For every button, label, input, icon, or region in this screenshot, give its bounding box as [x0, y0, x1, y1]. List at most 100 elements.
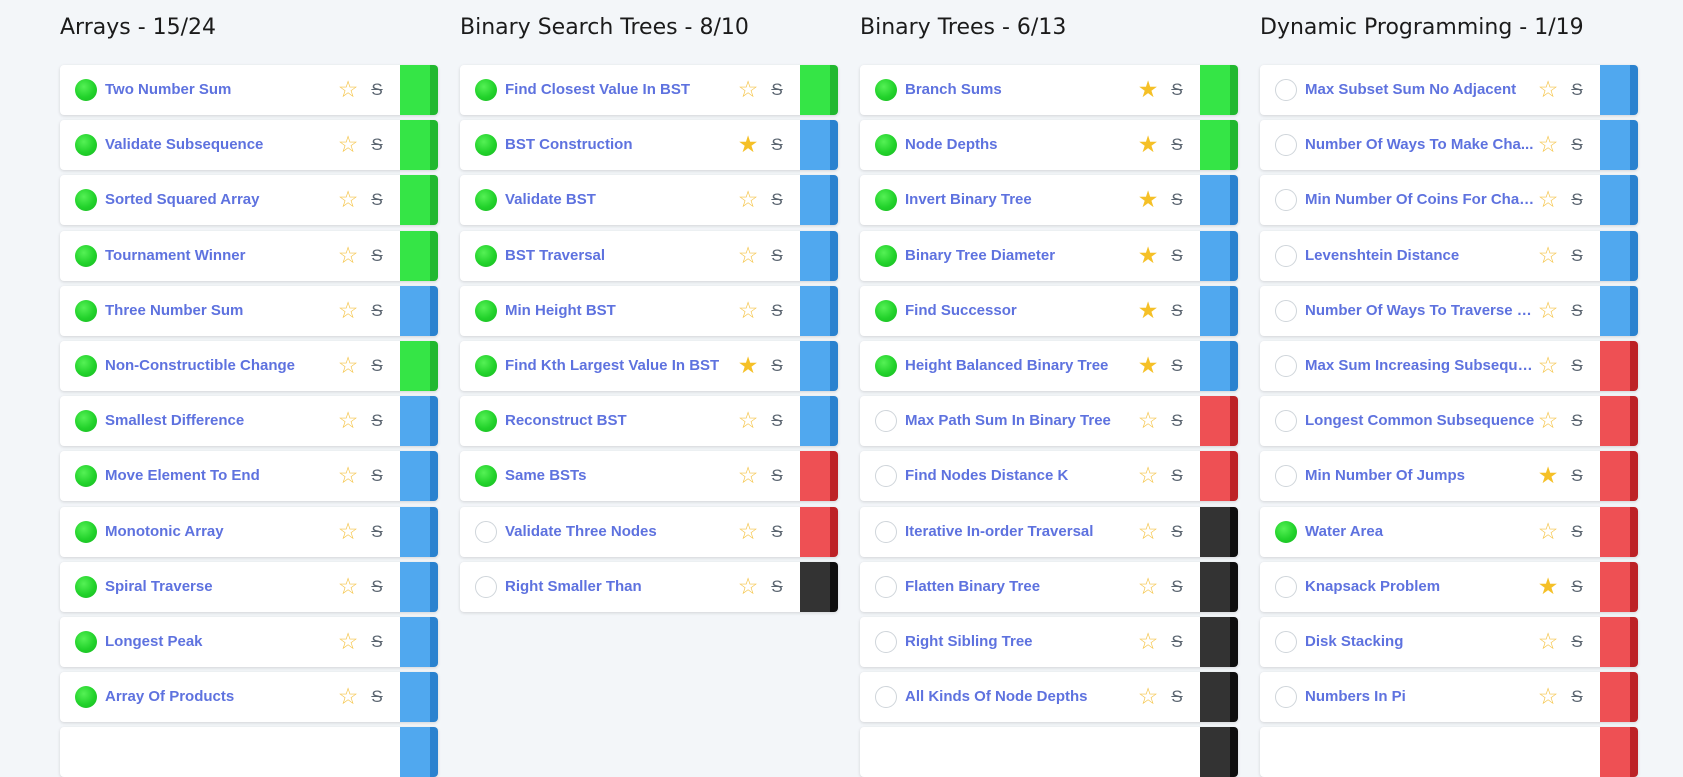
question-item-same-bsts[interactable]: Same BSTs ☆ S [460, 451, 838, 502]
question-name-link[interactable]: Min Number Of Coins For Chan... [1305, 190, 1537, 210]
question-name-link[interactable]: Max Subset Sum No Adjacent [1305, 80, 1537, 100]
strikethrough-icon[interactable]: S [1167, 409, 1187, 433]
question-name-link[interactable]: Levenshtein Distance [1305, 246, 1537, 266]
question-item-binary-tree-diameter[interactable]: Binary Tree Diameter ★ S [860, 230, 1238, 281]
question-item-smallest-difference[interactable]: Smallest Difference ☆ S [60, 396, 438, 447]
question-item-validate-three-nodes[interactable]: Validate Three Nodes ☆ S [460, 506, 838, 557]
completed-check-icon[interactable] [875, 299, 897, 322]
star-outline-icon[interactable]: ☆ [736, 574, 760, 598]
question-name-link[interactable]: Knapsack Problem [1305, 577, 1537, 597]
question-item-number-of-ways-to-traverse-g[interactable]: Number Of Ways To Traverse G... ☆ S [1260, 285, 1638, 336]
star-outline-icon[interactable]: ☆ [1136, 684, 1160, 708]
completed-check-icon[interactable] [1275, 520, 1297, 543]
strikethrough-icon[interactable]: S [367, 133, 387, 157]
incomplete-check-icon[interactable] [875, 520, 897, 543]
strikethrough-icon[interactable]: S [367, 188, 387, 212]
completed-check-icon[interactable] [875, 79, 897, 101]
incomplete-check-icon[interactable] [875, 575, 897, 598]
strikethrough-icon[interactable]: S [767, 299, 787, 323]
strikethrough-icon[interactable]: S [1567, 409, 1587, 433]
star-filled-icon[interactable]: ★ [1136, 77, 1160, 101]
question-name-link[interactable]: Reconstruct BST [505, 411, 737, 431]
question-item-spiral-traverse[interactable]: Spiral Traverse ☆ S [60, 561, 438, 612]
star-outline-icon[interactable]: ☆ [1536, 629, 1560, 653]
strikethrough-icon[interactable]: S [1167, 354, 1187, 378]
completed-check-icon[interactable] [475, 355, 497, 377]
star-filled-icon[interactable]: ★ [1136, 132, 1160, 156]
question-name-link[interactable]: Water Area [1305, 522, 1537, 542]
question-name-link[interactable]: Max Path Sum In Binary Tree [905, 411, 1137, 431]
strikethrough-icon[interactable]: S [1567, 188, 1587, 212]
strikethrough-icon[interactable]: S [1167, 685, 1187, 709]
question-item-find-kth-largest-value-in-bst[interactable]: Find Kth Largest Value In BST ★ S [460, 341, 838, 391]
question-item-non-constructible-change[interactable]: Non-Constructible Change ☆ S [60, 341, 438, 391]
question-name-link[interactable]: Min Number Of Jumps [1305, 466, 1537, 486]
star-outline-icon[interactable]: ☆ [336, 574, 360, 598]
question-item-validate-subsequence[interactable]: Validate Subsequence ☆ S [60, 120, 438, 171]
question-name-link[interactable]: Find Successor [905, 301, 1137, 321]
completed-check-icon[interactable] [475, 465, 497, 488]
question-name-link[interactable]: Height Balanced Binary Tree [905, 356, 1137, 376]
star-outline-icon[interactable]: ☆ [336, 463, 360, 487]
strikethrough-icon[interactable]: S [1567, 575, 1587, 599]
incomplete-check-icon[interactable] [875, 465, 897, 488]
star-filled-icon[interactable]: ★ [1536, 463, 1560, 487]
question-item-max-sum-increasing-subseque[interactable]: Max Sum Increasing Subseque... ☆ S [1260, 341, 1638, 391]
strikethrough-icon[interactable]: S [1167, 244, 1187, 268]
star-outline-icon[interactable]: ☆ [336, 298, 360, 322]
incomplete-check-icon[interactable] [1275, 244, 1297, 267]
question-name-link[interactable]: All Kinds Of Node Depths [905, 687, 1137, 707]
question-item-validate-bst[interactable]: Validate BST ☆ S [460, 175, 838, 226]
question-item-iterative-in-order-traversal[interactable]: Iterative In-order Traversal ☆ S [860, 506, 1238, 557]
star-outline-icon[interactable]: ☆ [1136, 463, 1160, 487]
question-name-link[interactable]: Max Sum Increasing Subseque... [1305, 356, 1537, 376]
star-outline-icon[interactable]: ☆ [336, 353, 360, 377]
question-item-find-closest-value-in-bst[interactable]: Find Closest Value In BST ☆ S [460, 65, 838, 115]
star-outline-icon[interactable]: ☆ [1136, 519, 1160, 543]
question-name-link[interactable]: Right Smaller Than [505, 577, 737, 597]
completed-check-icon[interactable] [75, 244, 97, 267]
strikethrough-icon[interactable]: S [367, 520, 387, 544]
completed-check-icon[interactable] [475, 189, 497, 212]
incomplete-check-icon[interactable] [1275, 189, 1297, 212]
star-outline-icon[interactable]: ☆ [1536, 187, 1560, 211]
strikethrough-icon[interactable]: S [367, 354, 387, 378]
completed-check-icon[interactable] [875, 355, 897, 377]
strikethrough-icon[interactable]: S [1167, 630, 1187, 654]
strikethrough-icon[interactable]: S [767, 78, 787, 102]
strikethrough-icon[interactable]: S [1567, 685, 1587, 709]
question-name-link[interactable]: Disk Stacking [1305, 632, 1537, 652]
question-name-link[interactable]: Spiral Traverse [105, 577, 337, 597]
strikethrough-icon[interactable]: S [767, 354, 787, 378]
strikethrough-icon[interactable]: S [1567, 520, 1587, 544]
question-item-max-path-sum-in-binary-tree[interactable]: Max Path Sum In Binary Tree ☆ S [860, 396, 1238, 447]
incomplete-check-icon[interactable] [1275, 134, 1297, 157]
strikethrough-icon[interactable]: S [1167, 133, 1187, 157]
question-item-node-depths[interactable]: Node Depths ★ S [860, 120, 1238, 171]
question-name-link[interactable]: Array Of Products [105, 687, 337, 707]
question-name-link[interactable]: Binary Tree Diameter [905, 246, 1137, 266]
question-name-link[interactable]: Validate Three Nodes [505, 522, 737, 542]
star-outline-icon[interactable]: ☆ [1136, 629, 1160, 653]
question-item-tournament-winner[interactable]: Tournament Winner ☆ S [60, 230, 438, 281]
completed-check-icon[interactable] [75, 355, 97, 377]
strikethrough-icon[interactable]: S [367, 244, 387, 268]
star-outline-icon[interactable]: ☆ [736, 187, 760, 211]
question-item-invert-binary-tree[interactable]: Invert Binary Tree ★ S [860, 175, 1238, 226]
star-filled-icon[interactable]: ★ [1136, 298, 1160, 322]
strikethrough-icon[interactable]: S [367, 409, 387, 433]
question-item-move-element-to-end[interactable]: Move Element To End ☆ S [60, 451, 438, 502]
question-item-max-subset-sum-no-adjacent[interactable]: Max Subset Sum No Adjacent ☆ S [1260, 65, 1638, 115]
star-filled-icon[interactable]: ★ [1136, 243, 1160, 267]
star-outline-icon[interactable]: ☆ [1536, 77, 1560, 101]
strikethrough-icon[interactable]: S [367, 575, 387, 599]
strikethrough-icon[interactable]: S [1167, 299, 1187, 323]
question-item-find-nodes-distance-k[interactable]: Find Nodes Distance K ☆ S [860, 451, 1238, 502]
question-name-link[interactable]: Move Element To End [105, 466, 337, 486]
question-item-array-of-products[interactable]: Array Of Products ☆ S [60, 672, 438, 723]
strikethrough-icon[interactable]: S [1567, 464, 1587, 488]
incomplete-check-icon[interactable] [875, 410, 897, 433]
incomplete-check-icon[interactable] [1275, 686, 1297, 709]
question-item-right-sibling-tree[interactable]: Right Sibling Tree ☆ S [860, 617, 1238, 667]
star-outline-icon[interactable]: ☆ [336, 408, 360, 432]
